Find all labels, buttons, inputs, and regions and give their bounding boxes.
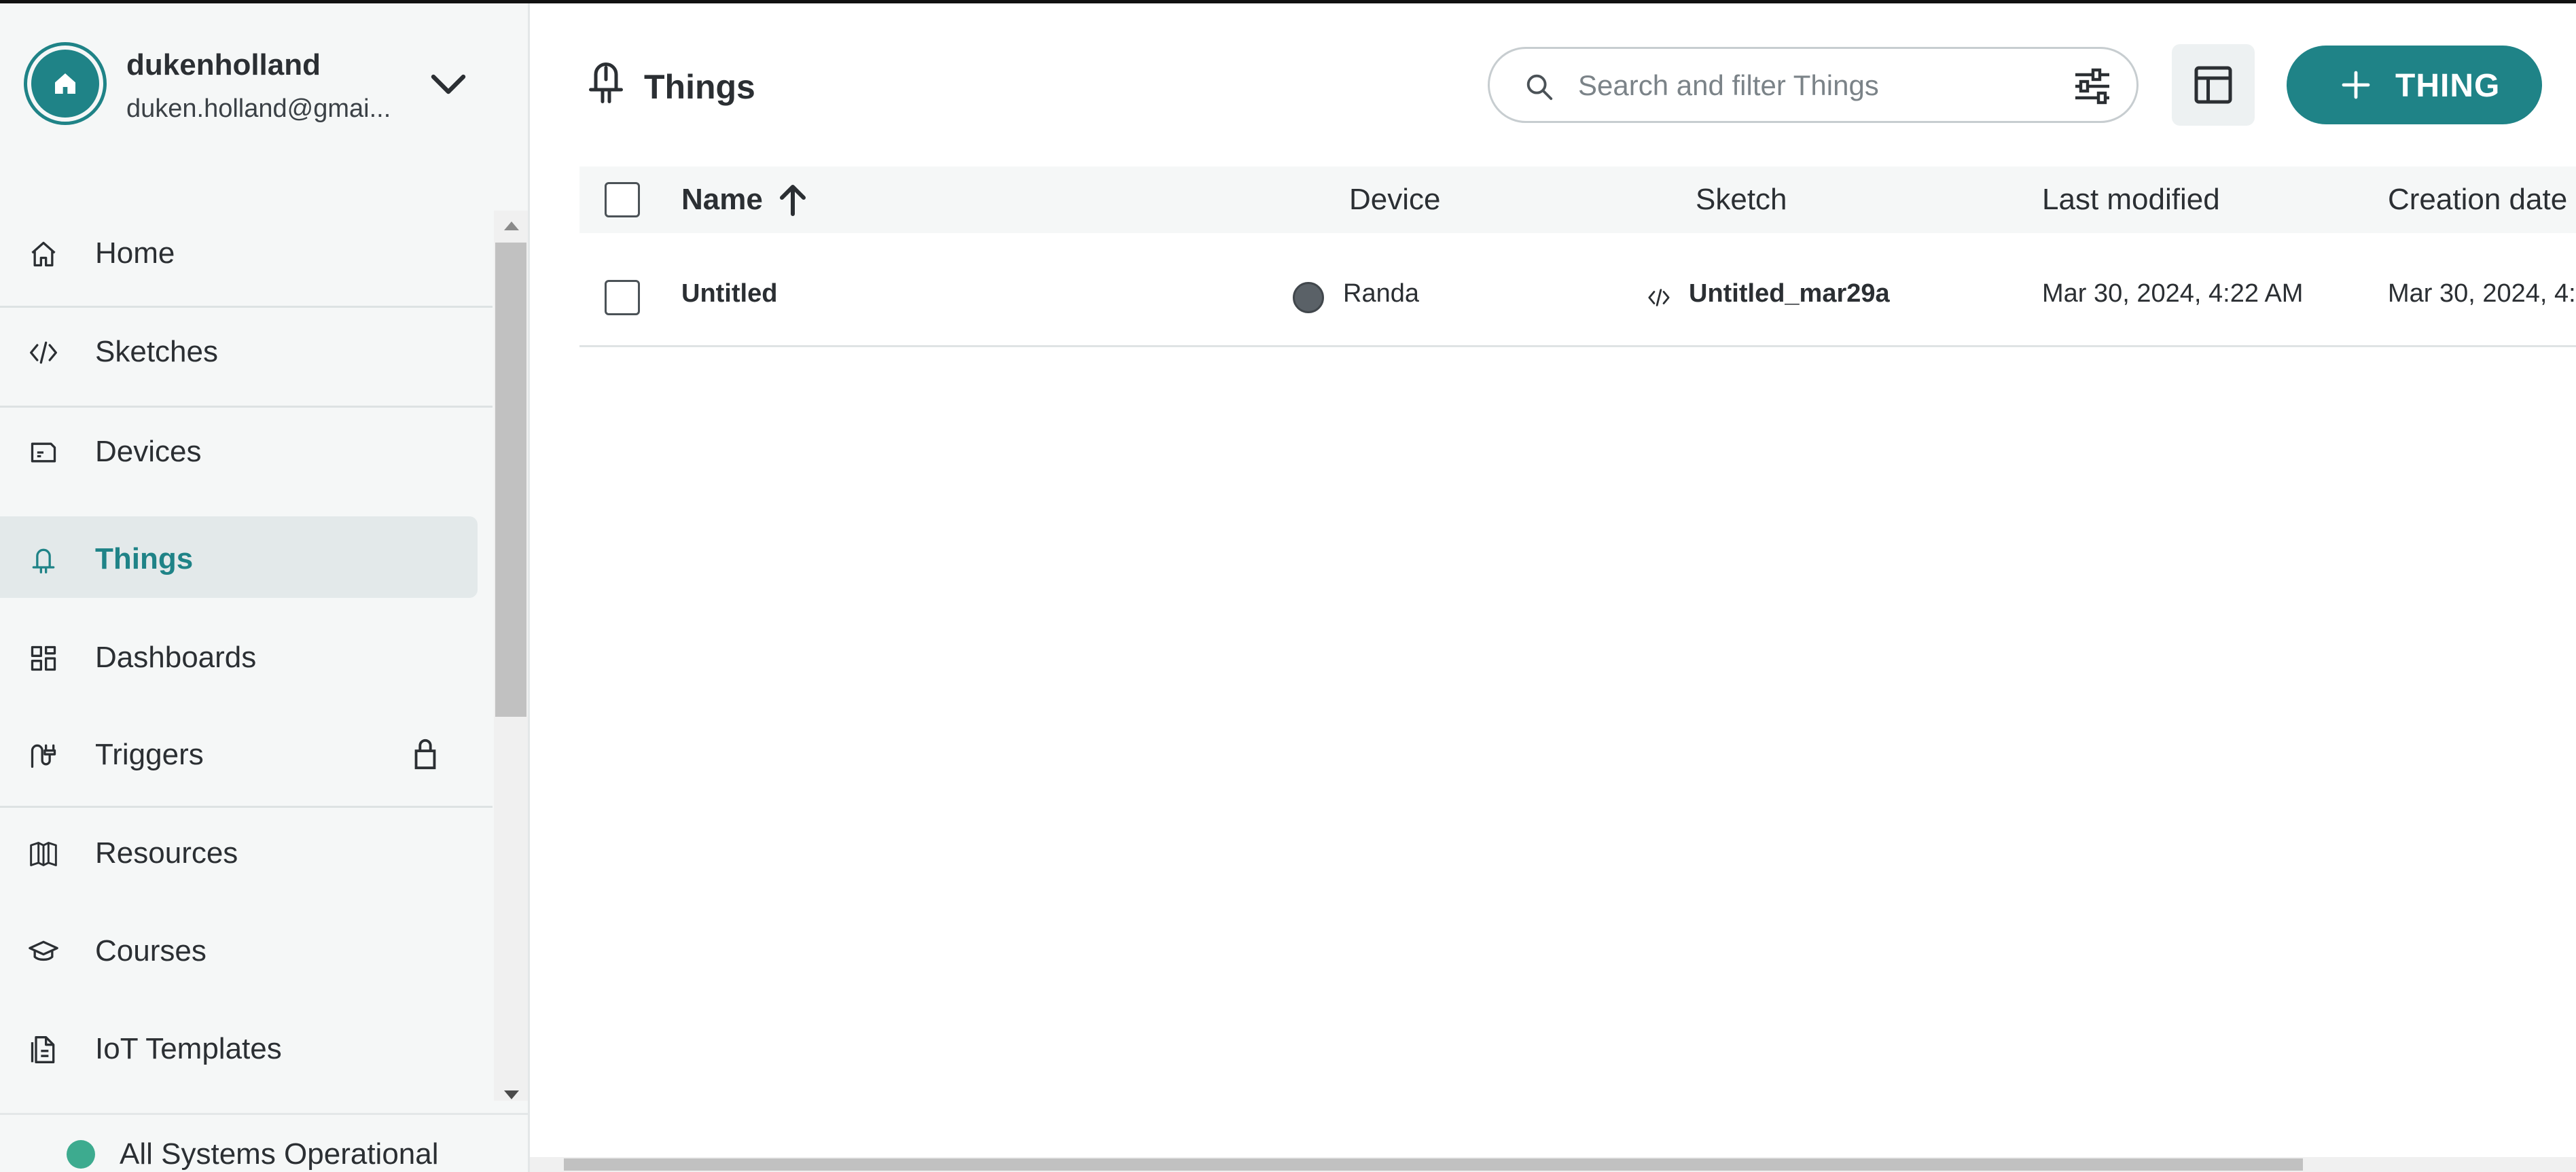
table-layout-icon: [2194, 66, 2232, 104]
template-icon: [31, 1036, 55, 1063]
book-icon: [30, 842, 57, 866]
sidebar-item-label: Dashboards: [95, 641, 257, 674]
page-title: Things: [644, 68, 755, 106]
sidebar-item-home[interactable]: Home: [0, 211, 493, 292]
scroll-up-arrow-icon[interactable]: [503, 219, 520, 232]
sidebar-item-label: Resources: [95, 836, 238, 870]
status-indicator-dot: [67, 1140, 95, 1169]
sort-ascending-arrow-icon[interactable]: [778, 184, 808, 217]
creation-date-value: Mar 30, 2024, 4:22 AM: [2388, 279, 2576, 308]
table-header: Name Device Sketch Last modified Creatio…: [579, 166, 2576, 233]
horizontal-scrollbar-thumb[interactable]: [564, 1158, 2303, 1171]
sidebar-item-label: IoT Templates: [95, 1032, 282, 1065]
search-bar[interactable]: [1488, 47, 2139, 123]
chevron-down-icon[interactable]: [429, 71, 467, 99]
filter-sliders-icon[interactable]: [2073, 68, 2112, 105]
add-thing-label: THING: [2395, 68, 2501, 104]
sidebar-item-sketches[interactable]: Sketches: [0, 309, 493, 391]
column-header-name[interactable]: Name: [681, 183, 763, 217]
device-status-dot: [1293, 282, 1324, 313]
sidebar: dukenholland duken.holland@gmai... Home …: [0, 3, 530, 1172]
table-layout-button[interactable]: [2172, 44, 2255, 126]
avatar[interactable]: [27, 46, 103, 122]
sidebar-item-label: Sketches: [95, 335, 218, 368]
thing-name-link[interactable]: Untitled: [681, 279, 777, 308]
home-icon: [55, 73, 75, 94]
lock-icon: [414, 739, 436, 770]
code-icon: [30, 341, 57, 364]
sidebar-item-resources[interactable]: Resources: [0, 811, 493, 892]
dashboard-icon: [31, 645, 56, 671]
sidebar-item-label: Courses: [95, 934, 207, 967]
column-header-device[interactable]: Device: [1349, 183, 1441, 217]
sidebar-item-label: Devices: [95, 435, 202, 468]
main-content: Things THING Name: [530, 3, 2576, 1172]
column-header-last-modified[interactable]: Last modified: [2042, 183, 2220, 217]
system-status[interactable]: All Systems Operational: [0, 1113, 528, 1172]
sidebar-item-label: Things: [95, 542, 194, 575]
account-switcher[interactable]: dukenholland duken.holland@gmai...: [0, 3, 528, 166]
sketch-name-link[interactable]: Untitled_mar29a: [1689, 279, 1890, 308]
sidebar-item-dashboards[interactable]: Dashboards: [0, 615, 493, 696]
row-checkbox[interactable]: [605, 280, 640, 315]
account-username: dukenholland: [126, 48, 321, 82]
select-all-checkbox[interactable]: [605, 182, 640, 217]
code-icon: [1648, 289, 1670, 306]
home-icon: [31, 241, 56, 267]
device-name[interactable]: Randa: [1343, 279, 1419, 308]
sidebar-scrollbar-thumb[interactable]: [495, 243, 526, 717]
search-input[interactable]: [1578, 64, 2054, 107]
account-email: duken.holland@gmai...: [126, 94, 391, 123]
scroll-down-arrow-icon[interactable]: [503, 1089, 520, 1101]
divider: [0, 806, 493, 808]
divider: [0, 406, 493, 408]
status-text: All Systems Operational: [120, 1137, 439, 1171]
thing-icon: [32, 548, 55, 573]
thing-icon: [589, 63, 623, 103]
sidebar-nav: Home Sketches Devices Things Dashboards …: [0, 211, 493, 1097]
sidebar-item-label: Home: [95, 236, 175, 270]
add-thing-button[interactable]: THING: [2287, 46, 2542, 124]
sidebar-item-devices[interactable]: Devices: [0, 409, 493, 491]
graduation-cap-icon: [29, 940, 58, 961]
last-modified-value: Mar 30, 2024, 4:22 AM: [2042, 279, 2304, 308]
column-header-label: Name: [681, 183, 763, 216]
plus-icon: [2342, 71, 2370, 99]
sidebar-item-things[interactable]: Things: [0, 516, 478, 598]
column-header-creation-date[interactable]: Creation date: [2388, 183, 2567, 217]
sidebar-item-courses[interactable]: Courses: [0, 908, 493, 990]
sidebar-item-label: Triggers: [95, 738, 204, 771]
divider: [0, 306, 493, 308]
device-icon: [31, 442, 56, 463]
column-header-sketch[interactable]: Sketch: [1696, 183, 1787, 217]
sidebar-item-triggers[interactable]: Triggers: [0, 712, 493, 794]
search-icon: [1526, 74, 1553, 101]
trigger-icon: [31, 744, 56, 768]
sidebar-item-iot-templates[interactable]: IoT Templates: [0, 1006, 493, 1088]
table-row[interactable]: Untitled Randa Untitled_mar29a Mar 30, 2…: [579, 248, 2576, 347]
